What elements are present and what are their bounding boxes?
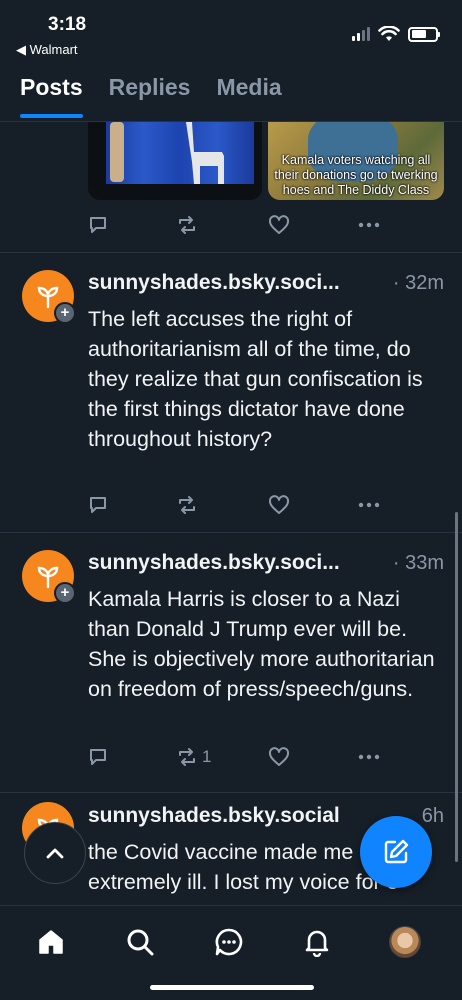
reply-button[interactable] xyxy=(88,742,108,772)
home-icon xyxy=(39,930,63,954)
like-button[interactable] xyxy=(268,742,290,772)
chat-bubble-icon xyxy=(215,928,243,956)
more-options-button[interactable] xyxy=(358,490,380,520)
repost-button[interactable] xyxy=(176,210,198,240)
status-time: 3:18 xyxy=(48,14,87,35)
scroll-to-top-button[interactable] xyxy=(24,822,86,884)
post-feed[interactable]: Kamala voters watching all their donatio… xyxy=(0,122,462,905)
post-handle[interactable]: sunnyshades.bsky.soci... xyxy=(88,271,340,295)
reply-icon xyxy=(90,497,106,513)
home-indicator xyxy=(150,985,314,990)
follow-badge[interactable]: + xyxy=(54,582,76,604)
post-timestamp[interactable]: · 33m xyxy=(393,552,444,575)
post-header: sunnyshades.bsky.soci... · 32m xyxy=(88,271,444,301)
post-item[interactable]: + sunnyshades.bsky.soci... · 32m The lef… xyxy=(0,252,462,532)
status-bar: 3:18 ◀ Walmart xyxy=(0,0,462,62)
tab-media[interactable]: Media xyxy=(216,74,281,115)
post-image-meme[interactable]: Kamala voters watching all their donatio… xyxy=(268,122,444,200)
post-image-gallery[interactable]: Kamala voters watching all their donatio… xyxy=(88,122,444,202)
post-header: sunnyshades.bsky.soci... · 33m xyxy=(88,551,444,581)
reply-icon xyxy=(90,749,106,765)
ellipsis-icon xyxy=(358,222,380,228)
post-timestamp[interactable]: · 32m xyxy=(393,272,444,295)
nav-chat[interactable] xyxy=(209,922,249,962)
repost-count: 1 xyxy=(202,747,212,766)
repost-icon xyxy=(179,748,195,766)
post-actions xyxy=(88,490,388,520)
wifi-icon xyxy=(378,26,400,41)
nav-notifications[interactable] xyxy=(297,922,337,962)
nav-profile[interactable] xyxy=(385,922,425,962)
search-icon xyxy=(127,929,154,956)
repost-button[interactable] xyxy=(176,490,198,520)
feed-scrollbar[interactable] xyxy=(455,512,458,862)
like-button[interactable] xyxy=(268,210,290,240)
bottom-navigation xyxy=(0,905,462,1000)
bell-icon xyxy=(305,930,329,957)
profile-avatar xyxy=(389,926,421,958)
heart-icon xyxy=(268,747,290,766)
ellipsis-icon xyxy=(358,502,380,508)
post-timestamp[interactable]: 6h xyxy=(422,805,444,828)
back-to-app-link[interactable]: ◀ Walmart xyxy=(16,42,78,58)
status-icons xyxy=(352,26,440,42)
post-handle[interactable]: sunnyshades.bsky.soci... xyxy=(88,551,340,575)
post-actions: 1 xyxy=(88,742,388,772)
post-item[interactable]: + sunnyshades.bsky.soci... · 33m Kamala … xyxy=(0,532,462,792)
reply-button[interactable] xyxy=(88,490,108,520)
tab-posts[interactable]: Posts xyxy=(20,74,83,118)
cellular-signal-icon xyxy=(352,27,370,41)
profile-tabs: Posts Replies Media xyxy=(20,74,282,118)
compose-icon xyxy=(384,839,409,864)
reply-button[interactable] xyxy=(88,210,108,240)
post-text: Kamala Harris is closer to a Nazi than D… xyxy=(88,587,435,701)
more-options-button[interactable] xyxy=(358,210,380,240)
repost-icon xyxy=(179,496,195,514)
like-button[interactable] xyxy=(268,490,290,520)
battery-icon xyxy=(408,26,440,42)
nav-home[interactable] xyxy=(31,922,71,962)
reply-icon xyxy=(90,217,106,233)
tab-replies[interactable]: Replies xyxy=(109,74,191,115)
follow-badge[interactable]: + xyxy=(54,302,76,324)
chevron-up-icon xyxy=(46,848,64,859)
repost-button[interactable]: 1 xyxy=(176,742,211,772)
meme-caption: Kamala voters watching all their donatio… xyxy=(274,153,438,197)
repost-icon xyxy=(179,216,195,234)
ellipsis-icon xyxy=(358,754,380,760)
more-options-button[interactable] xyxy=(358,742,380,772)
heart-icon xyxy=(268,495,290,514)
post-handle[interactable]: sunnyshades.bsky.social xyxy=(88,804,340,828)
post-actions xyxy=(88,210,388,240)
heart-icon xyxy=(268,215,290,234)
post-image-llama[interactable] xyxy=(88,122,262,200)
compose-post-button[interactable] xyxy=(360,816,432,888)
post-text: The left accuses the right of authoritar… xyxy=(88,307,423,451)
nav-search[interactable] xyxy=(120,922,160,962)
